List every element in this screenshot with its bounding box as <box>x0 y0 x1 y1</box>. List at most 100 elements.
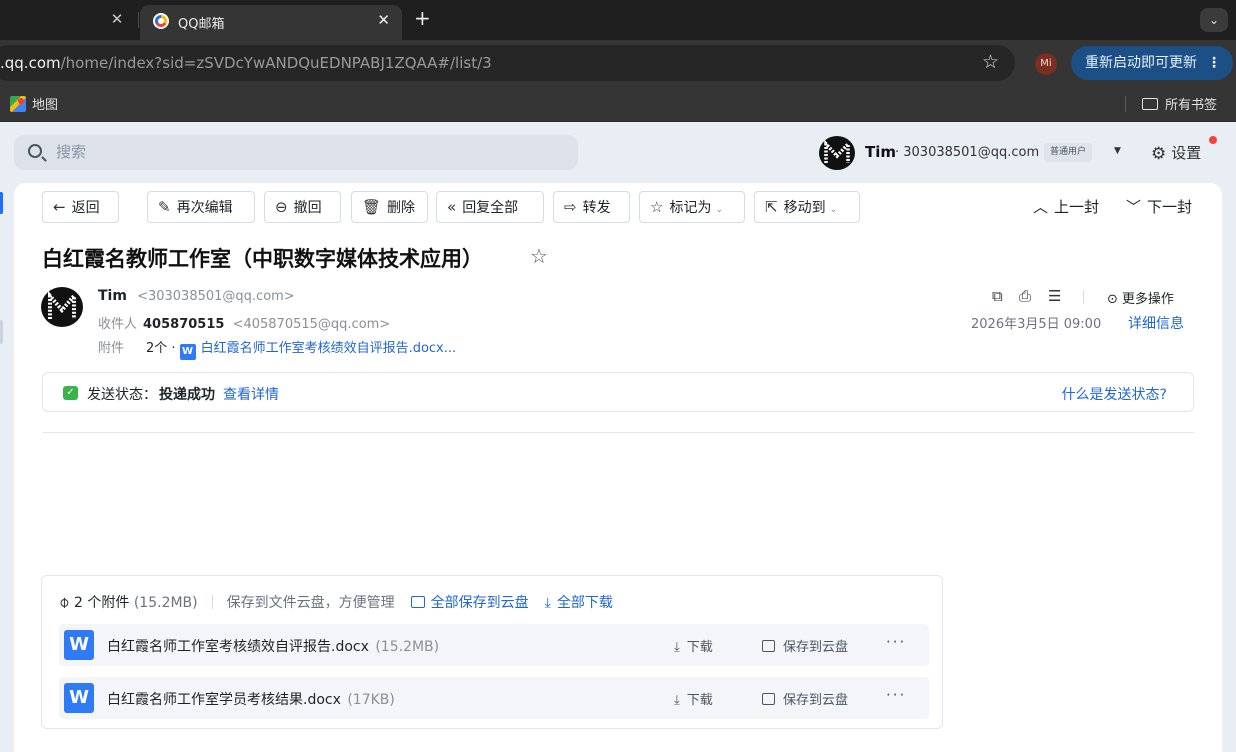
reply-all-button[interactable]: « 回复全部 <box>436 191 544 223</box>
sender-avatar[interactable] <box>41 287 83 327</box>
download-button[interactable]: ⤓ 下载 <box>674 636 713 655</box>
bookmark-maps-label: 地图 <box>32 98 59 113</box>
active-tab[interactable]: QQ邮箱 ✕ <box>140 5 402 40</box>
sidebar-active-indicator <box>0 192 3 214</box>
attachment-name[interactable]: 白红霞名师工作室考核绩效自评报告.docx (15.2MB) <box>107 636 439 656</box>
trash-icon: 🗑 <box>362 198 382 216</box>
mark-as-dropdown[interactable]: ☆ 标记为 ⌄ <box>639 191 745 223</box>
open-new-window-icon[interactable]: ⧉ <box>992 287 1003 305</box>
attachment-filename: 白红霞名师工作室考核绩效自评报告.docx <box>107 639 369 655</box>
forward-button[interactable]: ⇨ 转发 <box>553 191 630 223</box>
more-actions-button[interactable]: ⊙ 更多操作 <box>1107 288 1174 307</box>
user-avatar-logo-icon <box>824 139 850 163</box>
previous-tab-close-icon[interactable]: ✕ <box>108 10 126 28</box>
chevron-down-icon: ﹀ <box>1126 198 1142 216</box>
settings-label: 设置 <box>1171 144 1202 162</box>
recipient-line: 收件人 405870515 <405870515@qq.com> <box>98 313 390 332</box>
next-mail-button[interactable]: ﹀ 下一封 <box>1126 191 1192 223</box>
attachment-row[interactable]: W 白红霞名师工作室学员考核结果.docx (17KB) ⤓ 下载 保存到云盘 ·… <box>59 677 929 719</box>
cloud-save-icon <box>410 596 425 608</box>
tools-divider <box>1083 290 1084 304</box>
status-help-link[interactable]: 什么是发送状态? <box>1062 384 1167 404</box>
more-options-icon[interactable]: ··· <box>886 633 906 651</box>
download-all-button[interactable]: ⤓ 全部下载 <box>545 595 613 611</box>
address-bar[interactable]: .qq.com/home/index?sid=zSVDcYwANDQuEDNPA… <box>0 45 1015 81</box>
previous-mail-label: 上一封 <box>1054 198 1100 216</box>
user-tier-badge: 普通用户 <box>1044 143 1093 162</box>
sender-line: Tim <303038501@qq.com> <box>98 288 295 304</box>
attachment-name[interactable]: 白红霞名师工作室学员考核结果.docx (17KB) <box>107 689 395 709</box>
attachment-count: 2个 · <box>146 341 176 356</box>
delete-label: 删除 <box>387 200 416 216</box>
reedit-button[interactable]: ✎ 再次编辑 <box>147 191 255 223</box>
mail-action-toolbar: ← 返回 ✎ 再次编辑 ⊖ 撤回 🗑 删除 «回复全部 ⇨ 转发 ☆ 标记为 ⌄ ⇱ 移动到 ⌄ … <box>42 191 1202 225</box>
chevron-up-icon: ︿ <box>1033 198 1049 216</box>
search-input[interactable] <box>56 141 556 163</box>
details-link[interactable]: 详细信息 <box>1128 313 1184 333</box>
attachment-summary-line: 附件 2个 · W 白红霞名师工作室考核绩效自评报告.docx... <box>98 337 456 360</box>
recall-label: 撤回 <box>293 200 322 216</box>
search-box[interactable] <box>14 135 578 170</box>
mail-tools: ⧉ ⎙ ☰ ⊙ 更多操作 <box>992 287 1192 307</box>
star-icon[interactable]: ☆ <box>530 244 548 268</box>
cloud-save-icon <box>762 640 775 652</box>
maps-icon <box>10 96 26 112</box>
first-attachment-link[interactable]: 白红霞名师工作室考核绩效自评报告.docx... <box>201 341 457 356</box>
relaunch-update-label: 重新启动即可更新 <box>1085 55 1197 71</box>
reply-all-label: 回复全部 <box>462 200 519 216</box>
bookmark-maps[interactable]: 地图 <box>10 94 58 113</box>
chevron-down-icon: ⌄ <box>715 205 723 215</box>
attachment-row[interactable]: W 白红霞名师工作室考核绩效自评报告.docx (15.2MB) ⤓ 下载 保存到… <box>59 624 929 666</box>
previous-mail-button[interactable]: ︿ 上一封 <box>1033 191 1099 223</box>
save-to-cloud-button[interactable]: 保存到云盘 <box>762 689 848 708</box>
delete-button[interactable]: 🗑 删除 <box>351 191 428 223</box>
save-all-to-cloud-button[interactable]: 全部保存到云盘 <box>410 595 529 611</box>
status-detail-link[interactable]: 查看详情 <box>223 387 279 403</box>
relaunch-update-button[interactable]: 重新启动即可更新 ⋮ <box>1071 46 1233 80</box>
cloud-save-icon <box>762 693 775 705</box>
word-doc-icon: W <box>179 344 196 360</box>
back-button[interactable]: ← 返回 <box>42 191 119 223</box>
user-menu-caret-icon[interactable]: ▼ <box>1114 146 1121 156</box>
recall-button[interactable]: ⊖ 撤回 <box>264 191 341 223</box>
forward-label: 转发 <box>582 200 611 216</box>
settings-button[interactable]: ⚙ 设置 <box>1151 142 1201 164</box>
all-bookmarks-button[interactable]: 所有书签 <box>1142 94 1217 113</box>
recipient-email: <405870515@qq.com> <box>232 317 391 332</box>
recipient-name[interactable]: 405870515 <box>143 317 224 332</box>
chevron-down-icon: ⌄ <box>829 205 838 215</box>
url-text[interactable]: .qq.com/home/index?sid=zSVDcYwANDQuEDNPA… <box>0 54 492 72</box>
kebab-menu-icon: ⋮ <box>1207 55 1221 71</box>
header-divider <box>211 595 213 609</box>
word-doc-icon: W <box>64 630 94 660</box>
save-to-cloud-button[interactable]: 保存到云盘 <box>762 636 848 655</box>
next-mail-label: 下一封 <box>1147 198 1193 216</box>
browser-toolbar: .qq.com/home/index?sid=zSVDcYwANDQuEDNPA… <box>0 40 1236 86</box>
download-label: 下载 <box>686 640 713 655</box>
sender-name[interactable]: Tim <box>98 288 127 304</box>
profile-avatar[interactable]: Mi <box>1035 53 1057 75</box>
sender-avatar-logo-icon <box>48 290 76 319</box>
print-icon[interactable]: ⎙ <box>1019 287 1031 305</box>
bookmark-star-icon[interactable]: ☆ <box>982 51 999 73</box>
gear-icon: ⚙ <box>1151 144 1167 164</box>
tab-search-chevron-icon[interactable]: ⌄ <box>1200 8 1228 32</box>
download-button[interactable]: ⤓ 下载 <box>674 689 713 708</box>
save-to-cloud-label: 保存到云盘 <box>783 640 849 655</box>
attachment-size: (15.2MB) <box>375 639 440 655</box>
user-name[interactable]: Tim <box>865 143 896 161</box>
move-to-dropdown[interactable]: ⇱ 移动到 ⌄ <box>754 191 860 223</box>
folder-icon <box>1142 98 1158 110</box>
attachment-size: (17KB) <box>347 692 395 708</box>
content-divider <box>42 432 1194 433</box>
tab-close-icon[interactable]: ✕ <box>377 11 390 29</box>
sent-datetime: 2026年3月5日 09:00 <box>971 317 1102 332</box>
note-icon[interactable]: ☰ <box>1048 287 1061 305</box>
tab-separator <box>138 12 139 28</box>
more-options-icon[interactable]: ··· <box>886 686 906 704</box>
reedit-label: 再次编辑 <box>176 200 233 216</box>
move-folder-icon: ⇱ <box>765 198 778 216</box>
new-tab-icon[interactable]: + <box>414 7 431 29</box>
mail-subject: 白红霞名教师工作室（中职数字媒体技术应用） <box>42 247 483 271</box>
user-avatar[interactable] <box>819 136 855 170</box>
